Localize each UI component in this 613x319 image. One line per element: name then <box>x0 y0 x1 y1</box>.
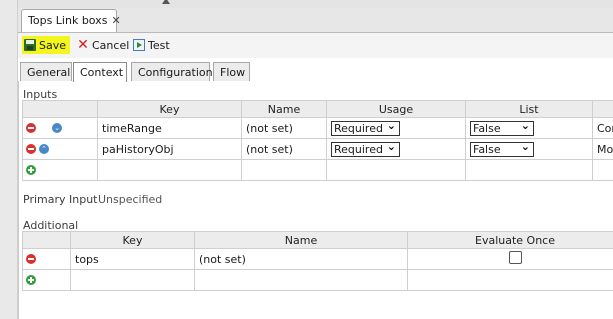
inputs-table: Key Name Usage List ⌄ timeRange (not set… <box>22 100 613 181</box>
additional-key-cell[interactable]: tops <box>70 248 195 270</box>
usage-cell: Required <box>326 117 466 139</box>
inputs-header-key[interactable]: Key <box>97 100 242 118</box>
empty-cell[interactable] <box>407 269 613 291</box>
cancel-x-icon: ✕ <box>77 37 89 53</box>
remove-row-icon[interactable] <box>26 123 36 133</box>
evaluate-once-cell <box>407 248 613 270</box>
table-row: tops (not set) <box>22 248 613 270</box>
move-up-icon[interactable]: ⌃ <box>39 144 49 154</box>
list-cell: False <box>465 117 593 139</box>
additional-header-key[interactable]: Key <box>70 231 195 249</box>
usage-cell: Required <box>326 138 466 160</box>
close-icon[interactable]: ✕ <box>111 14 120 27</box>
empty-cell[interactable] <box>70 269 195 291</box>
move-down-icon[interactable]: ⌄ <box>52 123 62 133</box>
inputs-header-blank <box>22 100 98 118</box>
inputs-header-usage[interactable]: Usage <box>326 100 466 118</box>
input-extra-cell[interactable]: Commo <box>592 117 613 139</box>
usage-select[interactable]: Required <box>331 140 400 157</box>
test-label: Test <box>148 38 170 52</box>
inputs-header-name[interactable]: Name <box>241 100 327 118</box>
table-row: ⌄ timeRange (not set) Required False Com… <box>22 117 613 139</box>
table-row: ⌃ paHistoryObj (not set) Required False … <box>22 138 613 160</box>
additional-header-name[interactable]: Name <box>194 231 408 249</box>
test-button[interactable]: Test <box>131 36 170 54</box>
evaluate-once-checkbox[interactable] <box>508 251 522 264</box>
input-key-cell[interactable]: paHistoryObj <box>97 138 242 160</box>
add-row-icon[interactable] <box>26 165 36 175</box>
cancel-label: Cancel <box>92 38 130 52</box>
empty-cell[interactable] <box>465 159 593 181</box>
primary-input-value[interactable]: Unspecified <box>98 193 162 206</box>
usage-select[interactable]: Required <box>331 119 400 136</box>
empty-cell[interactable] <box>326 159 466 181</box>
row-controls: ⌃ <box>22 138 98 160</box>
empty-cell[interactable] <box>241 159 327 181</box>
input-name-cell[interactable]: (not set) <box>241 117 327 139</box>
table-row-new <box>22 269 613 291</box>
remove-row-icon[interactable] <box>26 144 36 154</box>
primary-input-label: Primary Input <box>23 193 98 206</box>
input-key-cell[interactable]: timeRange <box>97 117 242 139</box>
table-row-new <box>22 159 613 181</box>
additional-header-blank <box>22 231 71 249</box>
input-name-cell[interactable]: (not set) <box>241 138 327 160</box>
list-select[interactable]: False <box>470 119 534 136</box>
input-extra-cell[interactable]: Monitor <box>592 138 613 160</box>
empty-cell[interactable] <box>592 159 613 181</box>
list-cell: False <box>465 138 593 160</box>
tab-general[interactable]: General <box>20 62 72 81</box>
left-gutter <box>0 0 18 319</box>
inputs-header-row: Key Name Usage List <box>22 100 613 118</box>
add-row-icon[interactable] <box>26 275 36 285</box>
editor-tab-title: Tops Link boxs <box>28 14 108 27</box>
tab-context[interactable]: Context <box>73 62 127 82</box>
empty-cell[interactable] <box>194 269 408 291</box>
test-run-icon <box>133 39 145 51</box>
empty-cell[interactable] <box>97 159 242 181</box>
row-controls <box>22 248 71 270</box>
remove-row-icon[interactable] <box>26 254 36 264</box>
additional-table: Key Name Evaluate Once tops (not set) <box>22 231 613 291</box>
tab-configuration[interactable]: Configuration <box>131 62 213 81</box>
save-label: Save <box>39 38 67 52</box>
inputs-header-extra <box>592 100 613 118</box>
tab-flow[interactable]: Flow <box>213 62 250 81</box>
row-controls: ⌄ <box>22 117 98 139</box>
row-controls <box>22 159 98 181</box>
row-controls <box>22 269 71 291</box>
collapse-caret-icon[interactable] <box>162 0 170 4</box>
additional-header-evaluate-once[interactable]: Evaluate Once <box>407 231 613 249</box>
cancel-button[interactable]: ✕ Cancel <box>75 36 129 54</box>
save-button[interactable]: Save <box>22 36 70 54</box>
additional-name-cell[interactable]: (not set) <box>194 248 408 270</box>
inputs-header-list[interactable]: List <box>465 100 593 118</box>
editor-tab[interactable]: Tops Link boxs ✕ <box>21 9 121 32</box>
save-disk-icon <box>24 39 36 51</box>
additional-header-row: Key Name Evaluate Once <box>22 231 613 249</box>
list-select[interactable]: False <box>470 140 534 157</box>
